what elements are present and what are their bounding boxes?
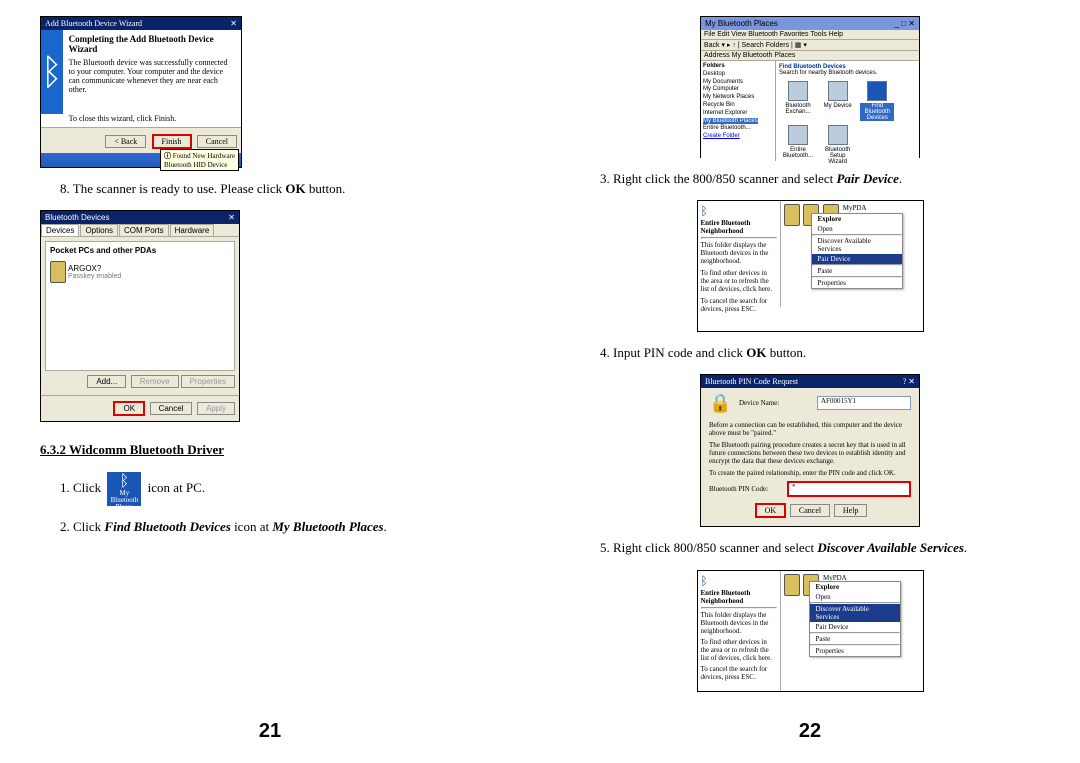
wizard-text: Completing the Add Bluetooth Device Wiza…	[63, 30, 241, 127]
pin-body: 🔒 Device Name: AF00015Y1 Before a connec…	[701, 388, 919, 526]
window-controls-icon: ? ✕	[903, 377, 915, 386]
right-panel: MyPDA Explore Open Discover Available Se…	[781, 571, 923, 691]
page-22: My Bluetooth Places _ □ ✕ File Edit View…	[540, 0, 1080, 763]
help-button: Help	[834, 504, 868, 517]
ctx-discover-services: Discover Available Services	[810, 604, 900, 622]
cancel-button: Cancel	[197, 135, 237, 148]
figure-pin-dialog: Bluetooth PIN Code Request ? ✕ 🔒 Device …	[700, 374, 920, 527]
figure-my-bt-places: My Bluetooth Places _ □ ✕ File Edit View…	[700, 16, 920, 158]
device-item: ARGOX? Passkey enabled	[50, 261, 230, 283]
left-panel: ᛒ Entire Bluetooth Neighborhood This fol…	[698, 201, 781, 307]
ok-button: OK	[113, 401, 145, 416]
figure-pair-device: ᛒ Entire Bluetooth Neighborhood This fol…	[697, 200, 924, 332]
my-bluetooth-places-icon: ᛒ My Bluetooth Places	[107, 472, 141, 506]
step-1: 1. Click ᛒ My Bluetooth Places icon at P…	[60, 472, 500, 506]
close-icon: ✕	[228, 213, 235, 222]
step-2: 2. Click Find Bluetooth Devices icon at …	[60, 518, 500, 536]
cancel-button: Cancel	[790, 504, 830, 517]
device-icon	[784, 204, 800, 226]
device-action-buttons: Add... Remove Properties	[41, 375, 239, 388]
toolbar: Back ▾ ▸ ↑ | Search Folders | ▦ ▾	[701, 40, 919, 51]
ctx-open: Open	[810, 592, 900, 602]
titlebar: My Bluetooth Places _ □ ✕	[701, 17, 919, 30]
cancel-button: Cancel	[150, 402, 193, 415]
explorer-icon: My Device	[821, 81, 855, 109]
folder-tree: Folders Desktop My Documents My Computer…	[701, 61, 776, 161]
window-title: Bluetooth PIN Code Request	[705, 377, 798, 386]
close-icon: ✕	[230, 19, 237, 28]
document-spread: Add Bluetooth Device Wizard ✕ ᛒ Completi…	[0, 0, 1080, 763]
pin-code-label: Bluetooth PIN Code:	[709, 485, 787, 493]
add-button: Add...	[87, 375, 126, 388]
wizard-heading: Completing the Add Bluetooth Device Wiza…	[69, 34, 235, 54]
icons-pane: Find Bluetooth Devices Search for nearby…	[776, 61, 919, 161]
found-hardware-tooltip: ⓘ Found New Hardware Bluetooth HID Devic…	[160, 149, 239, 171]
explorer-icon: Bluetooth Setup Wizard	[821, 125, 855, 165]
step-3: 3. Right click the 800/850 scanner and s…	[600, 170, 1040, 188]
step-8: 8. The scanner is ready to use. Please c…	[60, 180, 500, 198]
ctx-properties: Properties	[810, 646, 900, 656]
taskbar: ⓘ Found New Hardware Bluetooth HID Devic…	[41, 153, 241, 167]
ctx-discover: Discover Available Services	[812, 236, 902, 254]
remove-button: Remove	[131, 375, 179, 388]
tab-devices: Devices	[41, 224, 79, 236]
device-list: Pocket PCs and other PDAs ARGOX? Passkey…	[45, 241, 235, 371]
section-heading: 6.3.2 Widcomm Bluetooth Driver	[40, 442, 500, 458]
explorer-icon: Bluetooth Exchan...	[781, 81, 815, 115]
step-4: 4. Input PIN code and click OK button.	[600, 344, 1040, 362]
apply-button: Apply	[197, 402, 235, 415]
bluetooth-icon: ᛒ	[41, 30, 63, 114]
page-21: Add Bluetooth Device Wizard ✕ ᛒ Completi…	[0, 0, 540, 763]
menubar: File Edit View Bluetooth Favorites Tools…	[701, 30, 919, 40]
tab-options: Options	[80, 224, 118, 236]
device-name-field: AF00015Y1	[817, 396, 911, 410]
window-title: Add Bluetooth Device Wizard	[45, 19, 142, 28]
tab-hardware: Hardware	[170, 224, 215, 236]
ctx-pair-device: Pair Device	[812, 254, 902, 264]
tabs: Devices Options COM Ports Hardware	[41, 224, 239, 237]
ctx-paste: Paste	[812, 266, 902, 276]
tab-com-ports: COM Ports	[119, 224, 169, 236]
address-bar: Address My Bluetooth Places	[701, 51, 919, 61]
titlebar: Add Bluetooth Device Wizard ✕	[41, 17, 241, 30]
titlebar: Bluetooth PIN Code Request ? ✕	[701, 375, 919, 388]
page-number: 22	[799, 720, 821, 743]
pda-icon	[50, 261, 66, 283]
context-menu: Explore Open Discover Available Services…	[811, 213, 903, 289]
page-number: 21	[259, 720, 281, 743]
back-button: < Back	[105, 135, 146, 148]
finish-button: Finish	[152, 134, 192, 149]
window-title: My Bluetooth Places	[705, 19, 778, 28]
window-title: Bluetooth Devices	[45, 213, 109, 222]
lock-icon: 🔒	[709, 393, 733, 417]
titlebar: Bluetooth Devices ✕	[41, 211, 239, 224]
explorer-icon: Entire Bluetooth...	[781, 125, 815, 159]
ctx-properties: Properties	[812, 278, 902, 288]
properties-button: Properties	[181, 375, 235, 388]
window-controls-icon: _ □ ✕	[895, 19, 915, 28]
figure-add-bt-wizard: Add Bluetooth Device Wizard ✕ ᛒ Completi…	[40, 16, 242, 168]
device-icon	[784, 574, 800, 596]
context-menu: Explore Open Discover Available Services…	[809, 581, 901, 657]
step-5: 5. Right click 800/850 scanner and selec…	[600, 539, 1040, 557]
device-name-label: Device Name:	[739, 399, 817, 407]
wizard-close-hint: To close this wizard, click Finish.	[69, 114, 235, 123]
figure-discover-services: ᛒ Entire Bluetooth Neighborhood This fol…	[697, 570, 924, 692]
wizard-body-text: The Bluetooth device was successfully co…	[69, 58, 235, 94]
figure-bt-devices: Bluetooth Devices ✕ Devices Options COM …	[40, 210, 240, 422]
right-panel: MyPDA Explore Open Discover Available Se…	[781, 201, 923, 307]
dialog-buttons: OK Cancel Apply	[41, 395, 239, 421]
pin-code-input: *	[787, 481, 911, 497]
device-group: Pocket PCs and other PDAs	[50, 246, 230, 255]
ok-button: OK	[755, 503, 787, 518]
ctx-pair-device: Pair Device	[810, 622, 900, 632]
wizard-body: ᛒ Completing the Add Bluetooth Device Wi…	[41, 30, 241, 127]
ctx-paste: Paste	[810, 634, 900, 644]
find-bt-devices-icon: Find Bluetooth Devices	[860, 81, 894, 121]
ctx-open: Open	[812, 224, 902, 234]
left-panel: ᛒ Entire Bluetooth Neighborhood This fol…	[698, 571, 781, 691]
